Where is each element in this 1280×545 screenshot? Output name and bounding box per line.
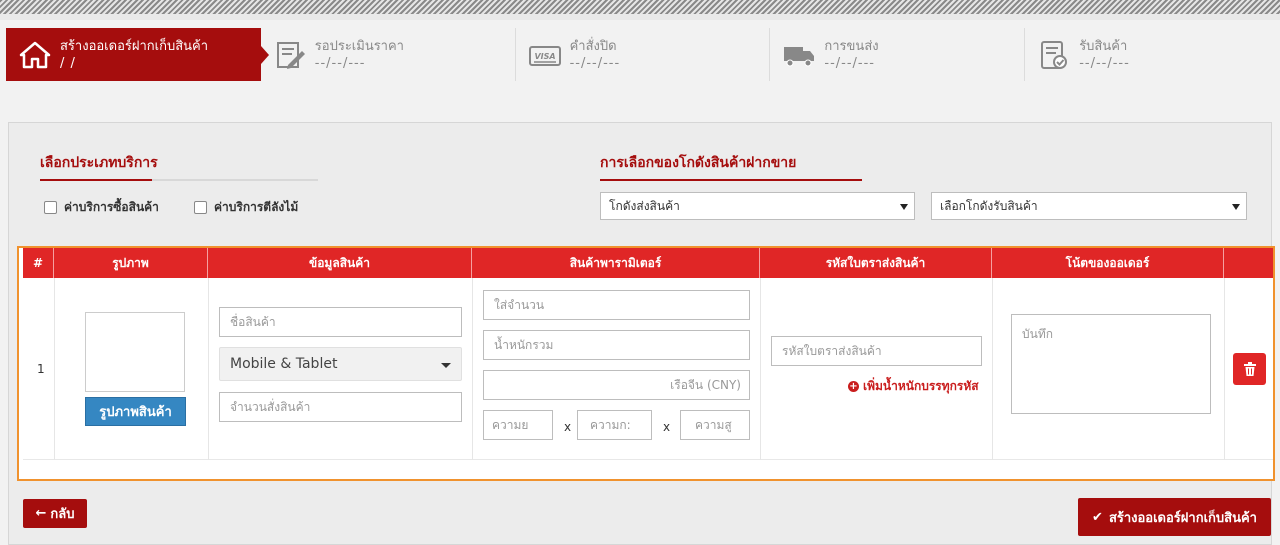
price-cny-input[interactable]: เรือจีน (CNY) xyxy=(483,370,750,400)
length-input[interactable]: ความก: xyxy=(577,410,652,440)
add-weight-link[interactable]: + เพิ่มน้ำหนักบรรทุกรหัส xyxy=(848,377,979,396)
tracking-code-input[interactable]: รหัสใบตราส่งสินค้า xyxy=(771,336,982,366)
service-section-underline xyxy=(40,179,318,181)
col-image: รูปภาพ xyxy=(54,248,208,278)
create-order-button[interactable]: ✔ สร้างออเดอร์ฝากเก็บสินค้า xyxy=(1078,498,1271,536)
arrow-left-icon: ← xyxy=(35,506,47,521)
checkbox-label: ค่าบริการตีลังไม้ xyxy=(214,200,299,214)
back-label: กลับ xyxy=(50,507,75,522)
back-button[interactable]: ← กลับ xyxy=(23,499,87,528)
step-title: คำสั่งปิด xyxy=(569,38,617,54)
delete-row-button[interactable] xyxy=(1233,353,1266,385)
col-product-info: ข้อมูลสินค้า xyxy=(208,248,472,278)
step-title: สร้างออเดอร์ฝากเก็บสินค้า xyxy=(60,38,209,54)
upload-product-image-button[interactable]: รูปภาพสินค้า xyxy=(85,397,186,426)
step-date: / / xyxy=(60,55,76,71)
order-note-textarea[interactable]: บันทึก xyxy=(1011,314,1211,414)
step-date: --/--/--- xyxy=(314,55,366,71)
dimension-x-label: x xyxy=(564,420,572,434)
row-index: 1 xyxy=(37,362,45,376)
checklist-icon xyxy=(1037,38,1071,72)
top-hatch-strip xyxy=(0,14,1280,20)
width-input[interactable]: ความย xyxy=(483,410,553,440)
send-warehouse-value: โกดังส่งสินค้า xyxy=(609,198,680,213)
height-input[interactable]: ความสู xyxy=(680,410,750,440)
plus-circle-icon: + xyxy=(848,381,859,392)
step-date: --/--/--- xyxy=(824,55,875,71)
col-index: # xyxy=(23,248,54,278)
product-category-select[interactable]: Mobile & Tablet xyxy=(219,347,462,381)
step-date: --/--/--- xyxy=(569,55,621,71)
col-product-params: สินค้าพารามิเตอร์ xyxy=(472,248,760,278)
top-hatch-bar xyxy=(0,0,1280,14)
checkbox-purchase-service[interactable]: ค่าบริการซื้อสินค้า xyxy=(44,198,159,217)
warehouse-section-title: การเลือกของโกดังสินค้าฝากขาย xyxy=(600,155,797,171)
truck-icon xyxy=(782,38,816,72)
checkbox-wood-crate-service[interactable]: ค่าบริการตีลังไม้ xyxy=(194,198,298,217)
order-progress-steps: สร้างออเดอร์ฝากเก็บสินค้า / / รอประเมินร… xyxy=(6,28,1280,81)
checkbox-box[interactable] xyxy=(194,201,207,214)
chevron-down-icon xyxy=(900,204,908,210)
step-create-order: สร้างออเดอร์ฝากเก็บสินค้า / / xyxy=(6,28,269,81)
col-order-note: โน้ตของออเดอร์ xyxy=(992,248,1224,278)
add-weight-label: เพิ่มน้ำหนักบรรทุกรหัส xyxy=(863,379,979,393)
product-image-preview xyxy=(85,312,185,392)
checkbox-box[interactable] xyxy=(44,201,57,214)
product-table: # รูปภาพ ข้อมูลสินค้า สินค้าพารามิเตอร์ … xyxy=(17,246,1275,481)
chevron-down-icon xyxy=(441,363,451,368)
step-title: รับสินค้า xyxy=(1079,38,1128,54)
amount-input[interactable]: ใส่จำนวน xyxy=(483,290,750,320)
step-date: --/--/--- xyxy=(1079,55,1130,71)
table-header: # รูปภาพ ข้อมูลสินค้า สินค้าพารามิเตอร์ … xyxy=(23,248,1273,278)
house-icon xyxy=(18,38,52,72)
product-name-input[interactable]: ชื่อสินค้า xyxy=(219,307,462,337)
create-order-label: สร้างออเดอร์ฝากเก็บสินค้า xyxy=(1108,510,1257,526)
col-tracking-code: รหัสใบตราส่งสินค้า xyxy=(760,248,992,278)
receive-warehouse-select[interactable]: เลือกโกดังรับสินค้า xyxy=(931,192,1247,220)
chevron-down-icon xyxy=(1232,204,1240,210)
col-actions xyxy=(1224,248,1273,278)
dimension-x-label: x xyxy=(663,420,671,434)
receive-warehouse-value: เลือกโกดังรับสินค้า xyxy=(940,198,1038,213)
step-title: การขนส่ง xyxy=(824,38,879,54)
svg-text:VISA: VISA xyxy=(534,52,555,61)
service-section-title: เลือกประเภทบริการ xyxy=(40,155,158,171)
total-weight-input[interactable]: น้ำหนักรวม xyxy=(483,330,750,360)
edit-form-icon xyxy=(273,38,307,72)
category-value: Mobile & Tablet xyxy=(230,356,338,372)
send-warehouse-select[interactable]: โกดังส่งสินค้า xyxy=(600,192,915,220)
trash-icon xyxy=(1243,362,1256,376)
step-close-order: VISA คำสั่งปิด --/--/--- xyxy=(516,28,771,81)
check-icon: ✔ xyxy=(1092,509,1103,525)
step-shipping: การขนส่ง --/--/--- xyxy=(770,28,1026,81)
warehouse-section-underline xyxy=(600,179,862,181)
table-row: 1 รูปภาพสินค้า ชื่อสินค้า Mobile & Table… xyxy=(23,278,1273,460)
step-receive-goods: รับสินค้า --/--/--- xyxy=(1025,28,1280,81)
visa-card-icon: VISA xyxy=(528,38,562,72)
step-title: รอประเมินราคา xyxy=(314,38,404,54)
order-quantity-input[interactable]: จำนวนสั่งสินค้า xyxy=(219,392,462,422)
step-price-evaluation: รอประเมินราคา --/--/--- xyxy=(261,28,516,81)
checkbox-label: ค่าบริการซื้อสินค้า xyxy=(64,200,159,214)
